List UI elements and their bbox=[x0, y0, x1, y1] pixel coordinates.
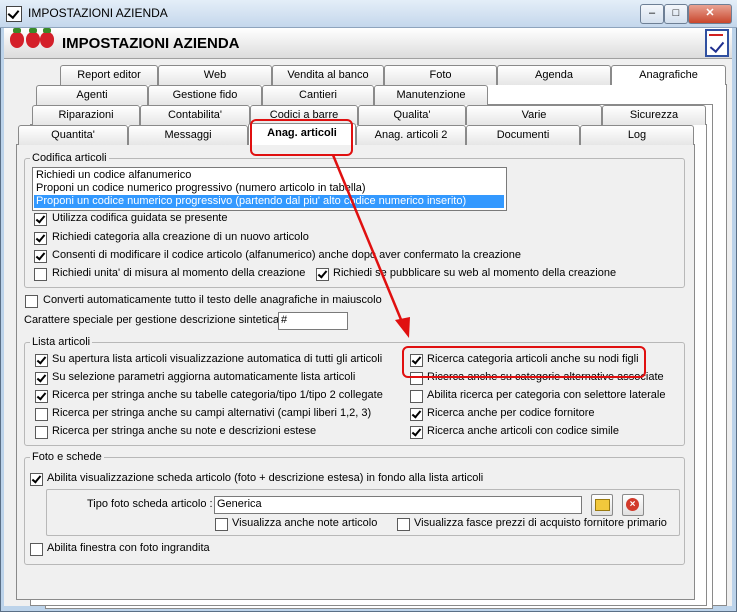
arrow-head bbox=[395, 317, 410, 338]
annotation-arrow bbox=[331, 154, 410, 338]
arrow-shaft bbox=[331, 154, 404, 323]
